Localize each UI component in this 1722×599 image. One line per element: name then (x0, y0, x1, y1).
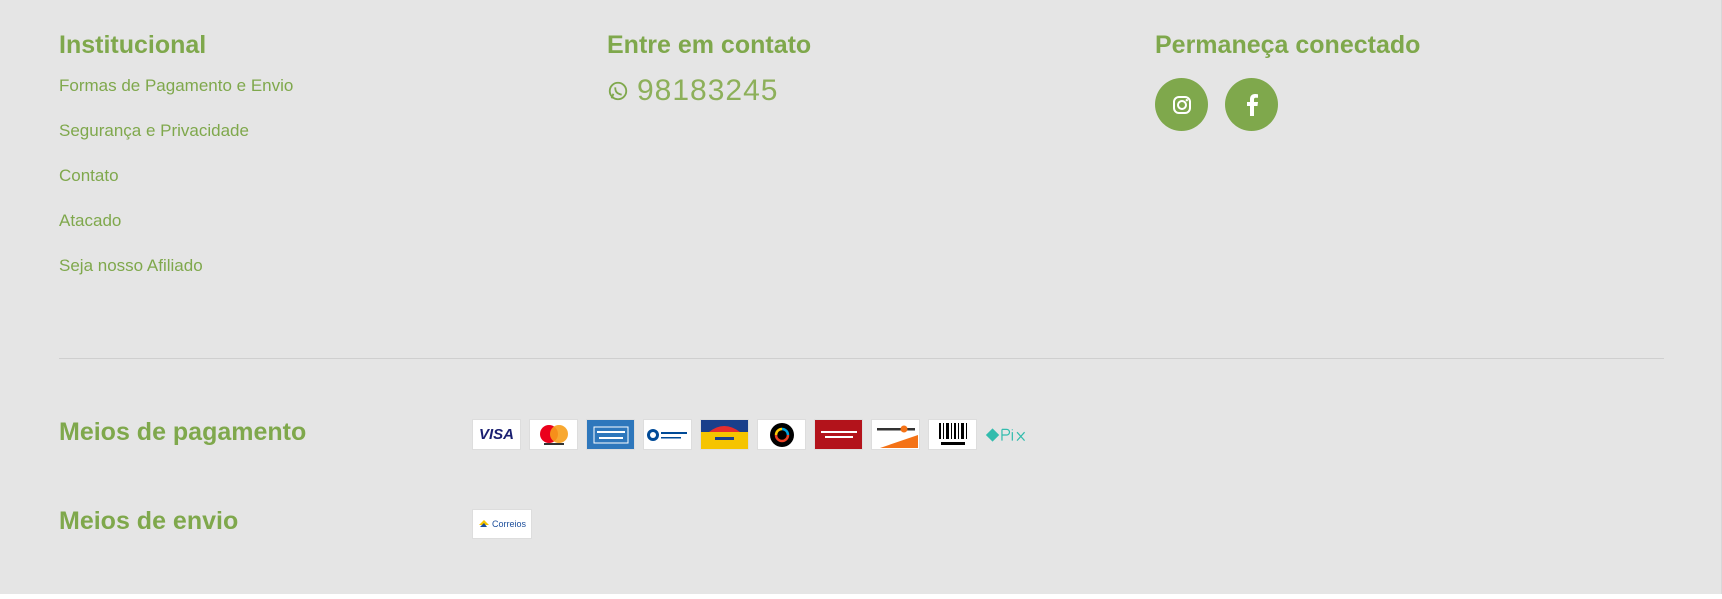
diners-card-icon (643, 419, 692, 450)
aura-card-icon (700, 419, 749, 450)
institutional-column: Institucional Formas de Pagamento e Envi… (59, 30, 293, 301)
social-links (1155, 78, 1420, 131)
phone-number[interactable]: 98183245 (637, 74, 778, 108)
instagram-icon (1172, 95, 1191, 114)
link-wholesale[interactable]: Atacado (59, 211, 293, 231)
whatsapp-icon (608, 81, 628, 101)
payment-methods: VISA (472, 419, 1034, 450)
mastercard-card-icon (529, 419, 578, 450)
phone-link[interactable]: 98183245 (607, 74, 811, 108)
footer: Institucional Formas de Pagamento e Envi… (0, 0, 1722, 594)
instagram-button[interactable] (1155, 78, 1208, 131)
institutional-links: Formas de Pagamento e Envio Segurança e … (59, 76, 293, 276)
link-security-privacy[interactable]: Segurança e Privacidade (59, 121, 293, 141)
link-payment-shipping[interactable]: Formas de Pagamento e Envio (59, 76, 293, 96)
hipercard-card-icon (814, 419, 863, 450)
connected-title: Permaneça conectado (1155, 31, 1421, 59)
connected-column: Permaneça conectado (1155, 30, 1420, 131)
pix-icon (985, 419, 1034, 450)
footer-divider (59, 358, 1664, 359)
correios-icon: Correios (472, 509, 532, 539)
facebook-icon (1246, 93, 1258, 116)
discover-card-icon (871, 419, 920, 450)
contact-column: Entre em contato 98183245 (607, 30, 811, 108)
contact-title: Entre em contato (607, 31, 812, 59)
visa-card-icon: VISA (472, 419, 521, 450)
institutional-title: Institucional (59, 31, 207, 59)
payment-label: Meios de pagamento (59, 418, 307, 446)
boleto-icon (928, 419, 977, 450)
facebook-button[interactable] (1225, 78, 1278, 131)
link-affiliate[interactable]: Seja nosso Afiliado (59, 256, 293, 276)
amex-card-icon (586, 419, 635, 450)
elo-card-icon (757, 419, 806, 450)
shipping-label: Meios de envio (59, 507, 239, 535)
link-contact[interactable]: Contato (59, 166, 293, 186)
